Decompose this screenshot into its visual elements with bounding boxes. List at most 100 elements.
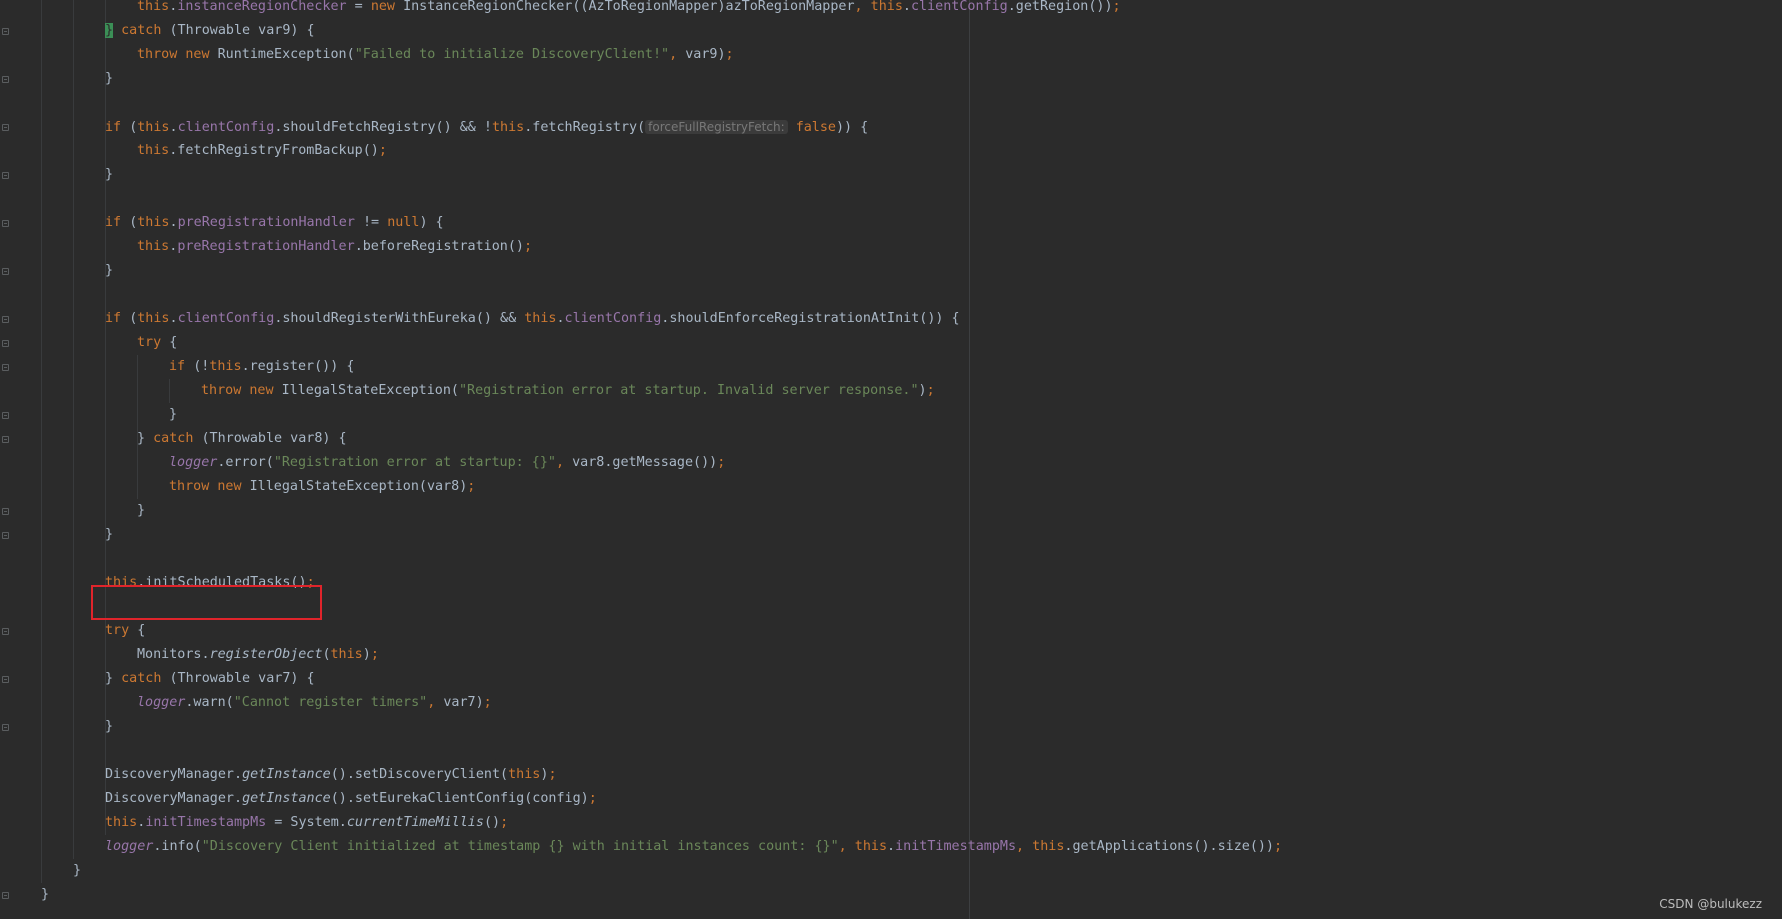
code-token: ; (1112, 0, 1121, 14)
code-token: ; (500, 815, 509, 830)
code-token: ; (378, 143, 387, 158)
code-token: ; (1274, 839, 1283, 854)
code-token: . (169, 215, 178, 230)
code-token: throw new (137, 47, 218, 62)
code-token: != (354, 215, 388, 230)
code-line[interactable]: throw new IllegalStateException("Registr… (201, 379, 935, 403)
code-line[interactable]: logger.info("Discovery Client initialize… (105, 835, 1282, 859)
fold-marker-icon[interactable] (2, 628, 9, 635)
code-line[interactable]: } catch (Throwable var8) { (137, 427, 347, 451)
code-line[interactable]: if (!this.register()) { (169, 355, 354, 379)
code-line[interactable]: Monitors.registerObject(this); (137, 643, 379, 667)
fold-marker-icon[interactable] (2, 28, 9, 35)
code-line[interactable]: } (105, 715, 113, 739)
code-token: null (387, 215, 420, 230)
code-line[interactable]: } (105, 67, 113, 91)
code-token: , (555, 455, 573, 470)
code-line[interactable]: this.fetchRegistryFromBackup(); (137, 139, 387, 163)
code-token: initTimestampMs (145, 815, 267, 830)
watermark: CSDN @bulukezz (1659, 897, 1762, 911)
code-token: } (169, 407, 178, 422)
code-line[interactable]: DiscoveryManager.getInstance().setDiscov… (105, 763, 557, 787)
code-token: logger (137, 695, 186, 710)
code-line[interactable]: logger.warn("Cannot register timers", va… (137, 691, 492, 715)
code-line[interactable]: if (this.preRegistrationHandler != null)… (105, 211, 444, 235)
fold-marker-icon[interactable] (2, 76, 9, 83)
code-token: throw new (201, 383, 282, 398)
code-token: ; (483, 695, 492, 710)
code-token: { (137, 623, 146, 638)
code-line[interactable]: this.preRegistrationHandler.beforeRegist… (137, 235, 532, 259)
code-line[interactable]: } catch (Throwable var7) { (105, 667, 315, 691)
fold-marker-icon[interactable] (2, 892, 9, 899)
code-token: this (209, 359, 242, 374)
fold-marker-icon[interactable] (2, 124, 9, 131)
code-line[interactable]: throw new RuntimeException("Failed to in… (137, 43, 734, 67)
fold-marker-icon[interactable] (2, 412, 9, 419)
code-token: .fetchRegistryFromBackup() (169, 143, 379, 158)
code-line[interactable]: } (105, 163, 113, 187)
code-token: (Throwable var7) { (169, 671, 315, 686)
fold-marker-icon[interactable] (2, 220, 9, 227)
code-token: clientConfig (177, 120, 275, 135)
fold-marker-icon[interactable] (2, 436, 9, 443)
code-token: var9) (685, 47, 726, 62)
code-token: } (105, 719, 114, 734)
fold-marker-icon[interactable] (2, 340, 9, 347)
fold-marker-icon[interactable] (2, 508, 9, 515)
fold-marker-icon[interactable] (2, 724, 9, 731)
code-token: ; (467, 479, 476, 494)
highlight-annotation-box (91, 585, 322, 620)
code-editor[interactable]: this. instanceRegionChecker = new Instanc… (0, 0, 1782, 919)
code-token: ; (717, 455, 726, 470)
code-line[interactable]: this. instanceRegionChecker = new Instanc… (137, 0, 1121, 19)
code-token: . (169, 120, 178, 135)
fold-marker-icon[interactable] (2, 172, 9, 179)
code-token: RuntimeException( (217, 47, 355, 62)
code-token: (Throwable var9) { (169, 23, 315, 38)
code-token: { (169, 335, 178, 350)
code-token: ; (926, 383, 935, 398)
code-token: "Failed to initialize DiscoveryClient!" (354, 47, 670, 62)
code-line[interactable]: } (105, 523, 113, 547)
code-line[interactable]: } (137, 499, 145, 523)
code-token: this (854, 839, 888, 854)
code-line[interactable]: } catch (Throwable var9) { (105, 19, 315, 43)
code-token: } (105, 671, 122, 686)
code-token: if (105, 120, 130, 135)
code-token: .register()) { (241, 359, 355, 374)
code-token: this (137, 0, 170, 14)
fold-marker-icon[interactable] (2, 268, 9, 275)
code-line[interactable]: } (73, 859, 81, 883)
code-line[interactable]: } (105, 259, 113, 283)
code-token: this (870, 0, 903, 14)
code-token: ) (918, 383, 927, 398)
code-token: "Registration error at startup. Invalid … (459, 383, 919, 398)
fold-marker-icon[interactable] (2, 316, 9, 323)
fold-marker-icon[interactable] (2, 676, 9, 683)
code-token: catch (121, 671, 170, 686)
code-token: ) (362, 647, 371, 662)
code-token: .shouldFetchRegistry() && ! (274, 120, 492, 135)
code-token: this (137, 215, 170, 230)
code-token: initTimestampMs (895, 839, 1017, 854)
code-line[interactable]: DiscoveryManager.getInstance().setEureka… (105, 787, 597, 811)
code-line[interactable]: } (169, 403, 177, 427)
code-token: = (346, 0, 371, 14)
code-line[interactable]: if (this.clientConfig.shouldFetchRegistr… (105, 115, 868, 139)
fold-marker-icon[interactable] (2, 364, 9, 371)
code-token: InstanceRegionChecker((AzToRegionMapper)… (403, 0, 855, 14)
code-line[interactable]: throw new IllegalStateException(var8); (169, 475, 475, 499)
code-line[interactable]: try { (137, 331, 177, 355)
fold-marker-icon[interactable] (2, 532, 9, 539)
code-line[interactable]: } (41, 883, 49, 907)
code-token: } (105, 23, 114, 38)
code-line[interactable]: logger.error("Registration error at star… (169, 451, 725, 475)
code-line[interactable]: try { (105, 619, 145, 643)
code-line[interactable]: this.initTimestampMs = System.currentTim… (105, 811, 508, 835)
code-token: .info( (153, 839, 202, 854)
code-token: ; (588, 791, 597, 806)
code-token: } (105, 71, 114, 86)
code-line[interactable]: if (this.clientConfig.shouldRegisterWith… (105, 307, 960, 331)
code-token: getInstance (242, 791, 331, 806)
